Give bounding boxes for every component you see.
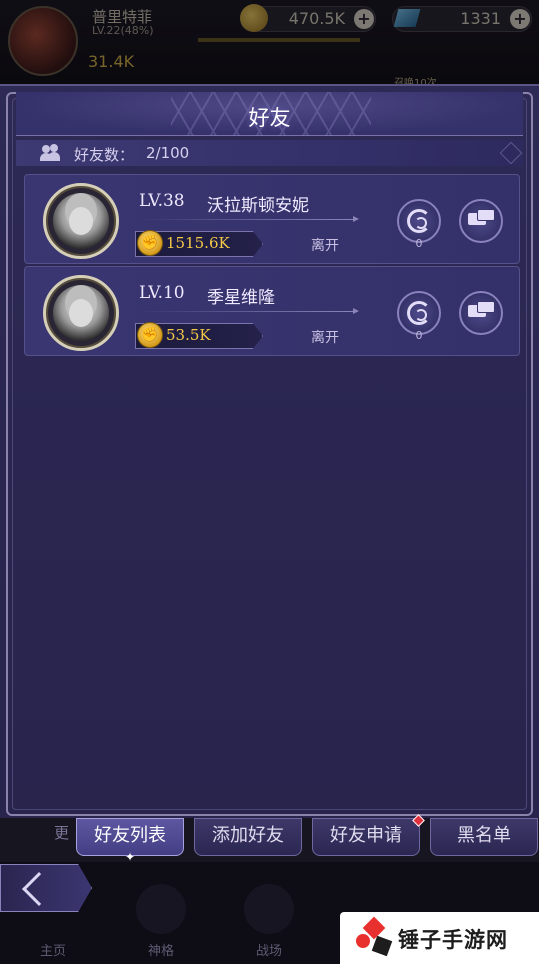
panel-title: 好友 [248, 106, 291, 130]
hidden-tab-fragment: 更 [54, 824, 70, 842]
tab-friend-requests[interactable]: 好友申请 [312, 818, 420, 856]
watermark-logo-icon [356, 916, 393, 957]
tab-blacklist[interactable]: 黑名单 [430, 818, 538, 856]
top-hud: 普里特菲 LV.22(48%) 31.4K 470.5K + 1331 + 召唤… [0, 0, 539, 89]
site-watermark: 锤子手游网 [340, 912, 539, 964]
chat-button[interactable] [459, 199, 503, 243]
fist-power-icon: ✊ [137, 322, 163, 348]
friend-avatar[interactable] [43, 183, 119, 259]
nav-battle[interactable]: 战场 [256, 940, 282, 959]
swirl-icon [407, 209, 431, 233]
friend-status: 离开 [311, 238, 339, 254]
deity-emblem-icon [136, 884, 186, 934]
friend-count-label: 好友数： [74, 146, 135, 164]
friend-status: 离开 [311, 330, 339, 346]
exp-bar [198, 38, 360, 42]
friend-portrait-image [53, 285, 109, 341]
player-avatar[interactable] [8, 6, 78, 76]
battle-emblem-icon [244, 884, 294, 934]
divider-arrow [139, 308, 359, 314]
friend-count-value: 2/100 [146, 144, 190, 162]
friend-power: 1515.6K [166, 234, 230, 252]
tab-add-friend[interactable]: 添加好友 [194, 818, 302, 856]
divider-arrow [139, 216, 359, 222]
friend-level: LV.10 [139, 283, 185, 303]
panel-title-bar: 好友 [16, 92, 523, 136]
fist-power-icon: ✊ [137, 230, 163, 256]
nav-home[interactable]: 主页 [40, 940, 66, 959]
watermark-text: 锤子手游网 [398, 928, 508, 952]
friend-portrait-image [53, 193, 109, 249]
gold-coin-icon [240, 4, 268, 32]
add-gold-button[interactable]: + [354, 9, 374, 29]
back-button[interactable] [0, 864, 92, 912]
gift-count: 0 [415, 329, 423, 342]
diamond-deco-icon [499, 141, 523, 165]
nav-deity[interactable]: 神格 [148, 940, 174, 959]
gift-count: 0 [415, 237, 423, 250]
friend-power: 53.5K [166, 326, 211, 344]
friends-panel: 好友 好友数： 2/100 LV.38 沃拉斯顿安妮 ✊ 1515.6K 离开 … [0, 84, 539, 822]
chat-bubble-icon [477, 301, 495, 313]
people-icon [40, 144, 60, 162]
add-gem-button[interactable]: + [510, 9, 530, 29]
friend-card[interactable]: LV.10 季星维隆 ✊ 53.5K 离开 0 [24, 266, 520, 356]
player-level: LV.22(48%) [92, 24, 154, 37]
friend-list[interactable]: LV.38 沃拉斯顿安妮 ✊ 1515.6K 离开 0 LV.10 季星维隆 ✊… [16, 170, 523, 802]
chat-button[interactable] [459, 291, 503, 335]
friend-avatar[interactable] [43, 275, 119, 351]
friend-card[interactable]: LV.38 沃拉斯顿安妮 ✊ 1515.6K 离开 0 [24, 174, 520, 264]
friend-count-row: 好友数： 2/100 [16, 140, 523, 166]
swirl-icon [407, 301, 431, 325]
chat-bubble-icon [477, 209, 495, 221]
back-arrow-icon [22, 872, 56, 906]
friend-level: LV.38 [139, 191, 185, 211]
player-power: 31.4K [88, 52, 135, 71]
friend-name: 沃拉斯顿安妮 [207, 196, 309, 216]
friend-name: 季星维隆 [207, 288, 275, 308]
